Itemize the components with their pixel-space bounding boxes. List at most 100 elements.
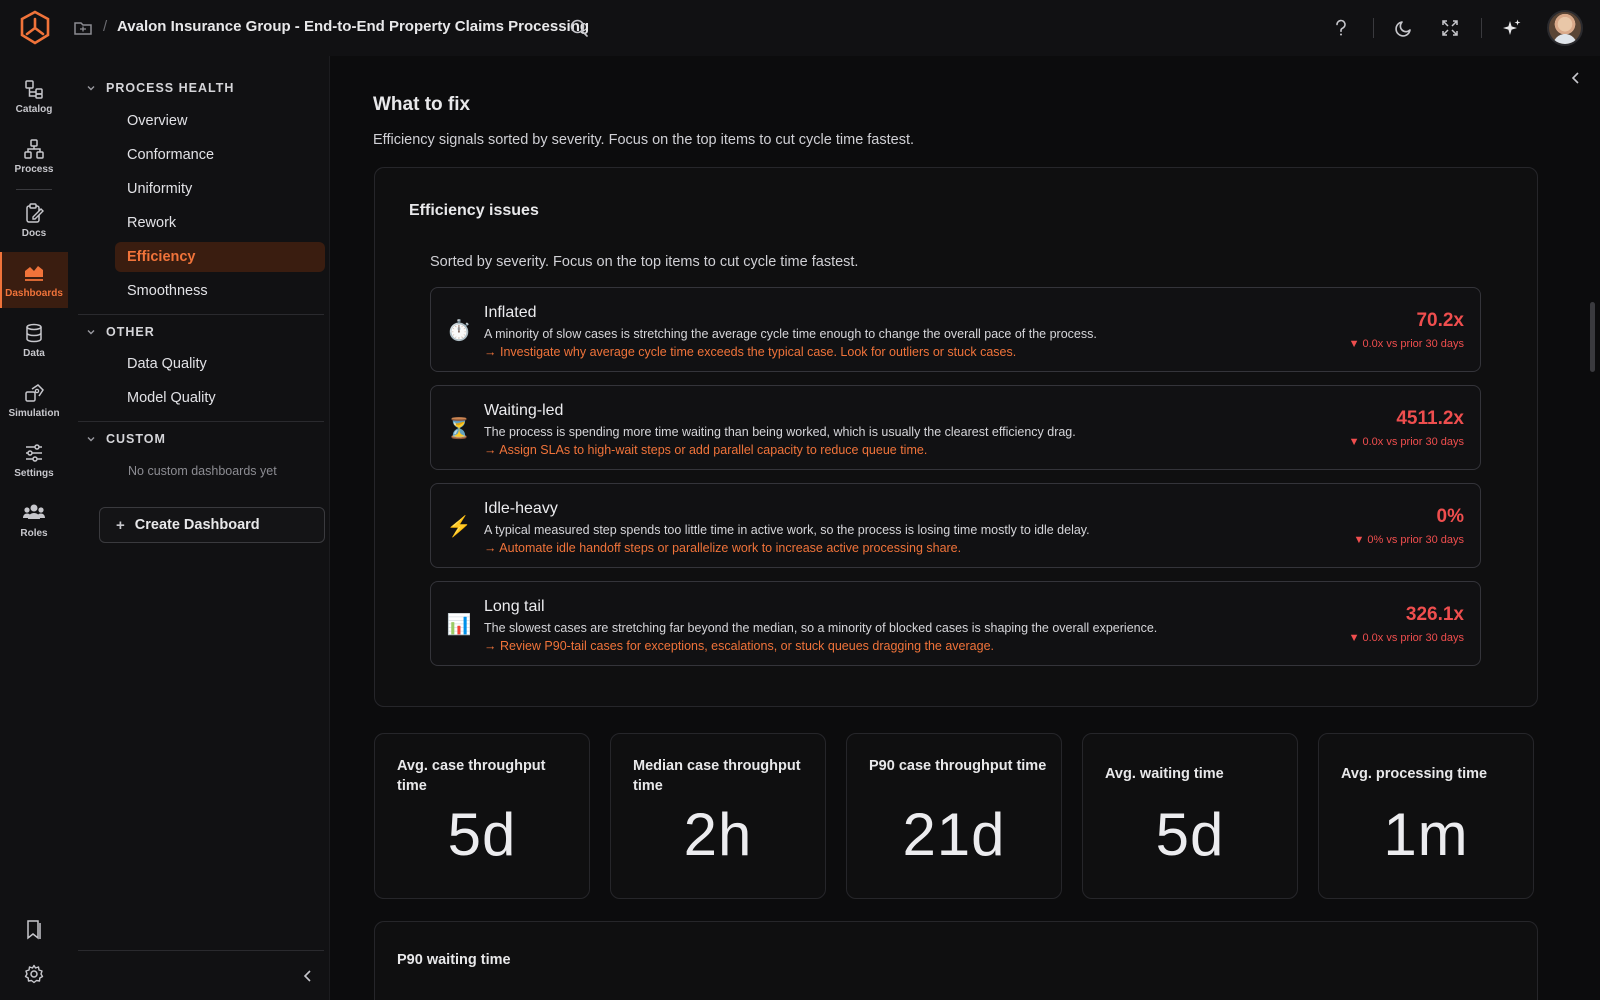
process-icon — [24, 138, 44, 159]
issue-description: A typical measured step spends too littl… — [484, 523, 1090, 537]
rail-divider — [16, 189, 52, 190]
nav-item-data-quality[interactable]: Data Quality — [115, 349, 325, 379]
create-dashboard-label: Create Dashboard — [134, 517, 260, 533]
issue-delta: ▼ 0.0x vs prior 30 days — [1348, 338, 1464, 350]
issue-name: Inflated — [484, 304, 537, 321]
nav-section-other[interactable]: OTHER — [86, 325, 155, 339]
page-title: Avalon Insurance Group - End-to-End Prop… — [117, 18, 590, 35]
nav-divider — [78, 421, 324, 422]
rail-item-data[interactable]: Data — [0, 312, 68, 368]
metric-label: Avg. processing time — [1341, 766, 1488, 782]
rail-label: Catalog — [15, 103, 53, 115]
metric-label: P90 case throughput time — [869, 758, 1047, 774]
issue-value: 0% — [1436, 506, 1464, 527]
nav-item-conformance[interactable]: Conformance — [115, 140, 325, 170]
issue-card-long-tail[interactable]: 📊 Long tail The slowest cases are stretc… — [430, 581, 1481, 666]
issue-card-idle-heavy[interactable]: ⚡ Idle-heavy A typical measured step spe… — [430, 483, 1481, 568]
lightning-icon: ⚡ — [446, 515, 472, 538]
section-subtitle: Efficiency signals sorted by severity. F… — [373, 132, 915, 148]
metric-card-avg-throughput[interactable]: Avg. case throughput time 5d — [374, 733, 590, 899]
chevron-down-icon — [87, 86, 95, 91]
sliders-icon — [26, 443, 42, 462]
scrollbar-thumb[interactable] — [1590, 302, 1595, 372]
chevron-down-icon — [87, 330, 95, 335]
rail-item-catalog[interactable]: Catalog — [0, 68, 68, 124]
issue-description: A minority of slow cases is stretching t… — [484, 327, 1097, 341]
chevron-left-icon[interactable] — [300, 968, 316, 984]
nav-section-process-health[interactable]: PROCESS HEALTH — [86, 81, 234, 95]
dashboards-icon — [25, 265, 43, 281]
ai-sparkle-icon[interactable] — [1501, 17, 1523, 39]
app-logo-icon[interactable] — [18, 10, 52, 46]
issue-name: Long tail — [484, 598, 545, 615]
issue-delta: ▼ 0.0x vs prior 30 days — [1348, 436, 1464, 448]
dashboard-nav: PROCESS HEALTH Overview Conformance Unif… — [68, 56, 330, 1000]
docs-icon — [26, 202, 44, 223]
rail-item-simulation[interactable]: Simulation — [0, 372, 68, 428]
nav-divider — [78, 314, 324, 315]
issue-action[interactable]: → Assign SLAs to high-wait steps or add … — [484, 443, 927, 457]
toolbar-divider — [1373, 18, 1374, 38]
no-custom-dashboards-text: No custom dashboards yet — [128, 464, 277, 478]
simulation-icon — [25, 383, 44, 402]
metric-value: 5d — [1155, 801, 1225, 868]
nav-item-efficiency[interactable]: Efficiency — [115, 242, 325, 272]
metric-value: 1m — [1383, 801, 1469, 868]
metric-card-avg-processing[interactable]: Avg. processing time 1m — [1318, 733, 1534, 899]
create-dashboard-button[interactable]: + Create Dashboard — [99, 507, 325, 543]
section-heading: What to fix — [373, 94, 471, 115]
rail-label: Settings — [14, 467, 54, 479]
chevron-left-icon[interactable] — [1568, 70, 1584, 86]
help-icon[interactable] — [1330, 17, 1352, 39]
catalog-icon — [25, 79, 43, 99]
fullscreen-icon[interactable] — [1439, 17, 1461, 39]
plus-icon: + — [116, 516, 125, 534]
nav-item-uniformity[interactable]: Uniformity — [115, 174, 325, 204]
search-icon[interactable] — [569, 18, 589, 38]
rail-label: Docs — [21, 227, 47, 239]
chevron-down-icon — [87, 437, 95, 442]
card-title: Efficiency issues — [409, 202, 539, 219]
stopwatch-icon: ⏱️ — [446, 319, 472, 342]
rail-label: Data — [23, 347, 45, 359]
rail-item-dashboards[interactable]: Dashboards — [0, 252, 68, 308]
nav-section-title: OTHER — [106, 325, 155, 339]
metric-card-avg-waiting[interactable]: Avg. waiting time 5d — [1082, 733, 1298, 899]
rail-label: Dashboards — [5, 287, 63, 299]
main-content: What to fix Efficiency signals sorted by… — [330, 56, 1600, 1000]
user-avatar[interactable] — [1547, 10, 1583, 46]
issue-action[interactable]: → Investigate why average cycle time exc… — [484, 345, 1016, 359]
rail-label: Roles — [20, 527, 48, 539]
gear-icon[interactable] — [22, 962, 46, 986]
metric-card-median-throughput[interactable]: Median case throughput time 2h — [610, 733, 826, 899]
nav-section-custom[interactable]: CUSTOM — [86, 432, 166, 446]
rail-item-process[interactable]: Process — [0, 128, 68, 184]
nav-item-overview[interactable]: Overview — [115, 106, 325, 136]
toolbar-divider — [1481, 18, 1482, 38]
metric-value: 2h — [683, 801, 753, 868]
p90-waiting-time-card: P90 waiting time — [374, 921, 1538, 1000]
nav-item-rework[interactable]: Rework — [115, 208, 325, 238]
issue-action[interactable]: → Review P90-tail cases for exceptions, … — [484, 639, 994, 653]
database-icon — [26, 323, 42, 342]
nav-section-title: PROCESS HEALTH — [106, 81, 235, 95]
bar-chart-icon: 📊 — [446, 613, 472, 636]
issue-action[interactable]: → Automate idle handoff steps or paralle… — [484, 541, 961, 555]
efficiency-issues-card: Efficiency issues Sorted by severity. Fo… — [374, 167, 1538, 707]
rail-item-roles[interactable]: Roles — [0, 492, 68, 548]
rail-item-settings[interactable]: Settings — [0, 432, 68, 488]
rail-label: Simulation — [8, 407, 60, 419]
bookmark-icon[interactable] — [22, 918, 46, 942]
breadcrumb-separator: / — [103, 18, 108, 35]
issue-card-waiting-led[interactable]: ⏳ Waiting-led The process is spending mo… — [430, 385, 1481, 470]
icon-rail: Catalog Process Docs Dashboards Data Sim… — [0, 56, 68, 1000]
nav-item-smoothness[interactable]: Smoothness — [115, 276, 325, 306]
dark-mode-icon[interactable] — [1393, 17, 1415, 39]
issue-card-inflated[interactable]: ⏱️ Inflated A minority of slow cases is … — [430, 287, 1481, 372]
rail-item-docs[interactable]: Docs — [0, 192, 68, 248]
folder-icon[interactable] — [73, 18, 93, 38]
nav-item-model-quality[interactable]: Model Quality — [115, 383, 325, 413]
card-title: P90 waiting time — [397, 952, 511, 968]
issue-value: 70.2x — [1416, 310, 1464, 331]
metric-card-p90-throughput[interactable]: P90 case throughput time 21d — [846, 733, 1062, 899]
